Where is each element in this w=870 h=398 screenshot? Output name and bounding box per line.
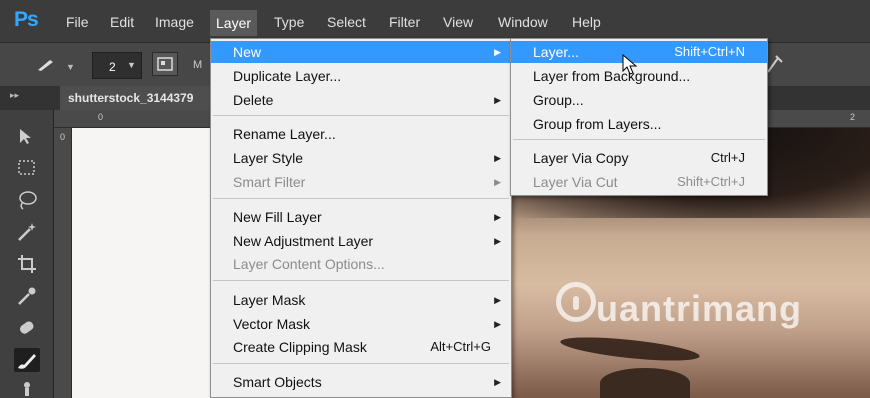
menu-bar: Ps File Edit Image Layer Type Select Fil… [0, 0, 870, 42]
layer-menu-item-layer-style[interactable]: Layer Style ▶ [211, 147, 511, 169]
magic-wand-tool-icon[interactable] [14, 220, 40, 244]
new-submenu-item-layer-from-background[interactable]: Layer from Background... [511, 65, 767, 87]
menu-item-label: Delete [233, 92, 274, 108]
brush-size-picker[interactable]: 2 ▼ [92, 52, 142, 79]
layer-menu-item-create-clipping-mask[interactable]: Create Clipping Mask Alt+Ctrl+G [211, 336, 511, 358]
tools-panel [0, 110, 54, 398]
crop-tool-icon[interactable] [14, 252, 40, 276]
mode-label: M [193, 59, 203, 71]
brush-tool-icon [18, 354, 36, 369]
menu-item-label: Smart Objects [233, 374, 322, 390]
menu-window[interactable]: Window [498, 14, 548, 30]
brush-preset-icon[interactable] [36, 58, 56, 72]
layer-menu-item-layer-mask[interactable]: Layer Mask ▶ [211, 289, 511, 311]
submenu-arrow-icon: ▶ [494, 153, 501, 163]
menu-layer[interactable]: Layer [210, 10, 258, 36]
brush-panel-toggle-button[interactable] [152, 52, 178, 76]
menu-item-label: Duplicate Layer... [233, 68, 342, 84]
layer-menu-item-duplicate-layer[interactable]: Duplicate Layer... [211, 65, 511, 87]
submenu-arrow-icon: ▶ [494, 212, 501, 222]
menu-separator [213, 115, 509, 116]
menu-item-label: Layer Mask [233, 292, 306, 308]
chevron-down-icon: ▼ [127, 60, 136, 70]
watermark-text: uantrimang [596, 288, 803, 329]
healing-brush-tool-icon[interactable] [14, 316, 40, 340]
vertical-ruler: 0 [54, 128, 72, 398]
eyedropper-tool-icon[interactable] [14, 284, 40, 308]
menu-file[interactable]: File [66, 14, 89, 30]
menu-item-label: Layer Via Cut [533, 174, 618, 190]
clone-stamp-tool-icon[interactable] [14, 378, 40, 398]
menu-item-label: Rename Layer... [233, 126, 336, 142]
new-submenu-item-group[interactable]: Group... [511, 89, 767, 111]
menu-item-label: Group from Layers... [533, 116, 662, 132]
submenu-arrow-icon: ▶ [494, 377, 501, 387]
layer-menu-item-smart-filter: Smart Filter ▶ [211, 171, 511, 193]
ruler-label: 2 [850, 112, 856, 122]
photoshop-logo: Ps [14, 8, 39, 31]
menu-item-shortcut: Shift+Ctrl+J [677, 174, 745, 189]
move-tool-icon[interactable] [14, 124, 40, 148]
layer-menu-item-new-fill-layer[interactable]: New Fill Layer ▶ [211, 206, 511, 228]
submenu-arrow-icon: ▶ [494, 47, 501, 57]
menu-item-label: Group... [533, 92, 584, 108]
menu-item-label: Layer Style [233, 150, 304, 166]
menu-item-label: New Adjustment Layer [233, 233, 374, 249]
menu-edit[interactable]: Edit [110, 14, 134, 30]
menu-separator [513, 139, 765, 140]
menu-help[interactable]: Help [572, 14, 601, 30]
menu-separator [213, 198, 509, 199]
menu-item-label: New [233, 44, 262, 60]
layer-menu-item-smart-objects[interactable]: Smart Objects ▶ [211, 371, 511, 393]
brush-panel-icon [157, 57, 173, 71]
menu-item-label: Layer... [533, 44, 579, 60]
layer-menu-item-rename-layer[interactable]: Rename Layer... [211, 123, 511, 145]
document-tab[interactable]: shutterstock_3144379 [60, 86, 210, 110]
photo-eye-region [600, 368, 690, 398]
ruler-label: 0 [60, 132, 66, 142]
menu-item-label: Smart Filter [233, 174, 306, 190]
menu-item-shortcut: Shift+Ctrl+N [674, 44, 745, 59]
layer-menu-item-delete[interactable]: Delete ▶ [211, 89, 511, 111]
menu-item-label: Layer Content Options... [233, 256, 385, 272]
menu-type[interactable]: Type [274, 14, 304, 30]
brush-tool-button[interactable] [14, 348, 40, 372]
submenu-arrow-icon: ▶ [494, 236, 501, 246]
new-submenu: Layer... Shift+Ctrl+N Layer from Backgro… [510, 38, 768, 196]
submenu-arrow-icon: ▶ [494, 319, 501, 329]
mouse-cursor-icon [622, 54, 638, 75]
marquee-tool-icon[interactable] [14, 156, 40, 180]
submenu-arrow-icon: ▶ [494, 95, 501, 105]
layer-menu-item-new-adjustment-layer[interactable]: New Adjustment Layer ▶ [211, 230, 511, 252]
menu-item-shortcut: Alt+Ctrl+G [430, 339, 491, 354]
watermark-logo-icon [556, 282, 596, 322]
new-submenu-item-group-from-layers[interactable]: Group from Layers... [511, 113, 767, 135]
ruler-label: 0 [98, 112, 104, 122]
new-submenu-item-layer-via-cut: Layer Via Cut Shift+Ctrl+J [511, 171, 767, 193]
layer-menu-item-new[interactable]: New ▶ [211, 41, 511, 63]
layer-menu-item-layer-content-options: Layer Content Options... [211, 253, 511, 275]
menu-item-shortcut: Ctrl+J [710, 150, 745, 165]
new-submenu-item-layer[interactable]: Layer... Shift+Ctrl+N [511, 41, 767, 63]
menu-item-label: Layer from Background... [533, 68, 691, 84]
new-submenu-item-layer-via-copy[interactable]: Layer Via Copy Ctrl+J [511, 147, 767, 169]
menu-item-label: Vector Mask [233, 316, 311, 332]
menu-separator [213, 363, 509, 364]
brush-size-value: 2 [109, 60, 116, 74]
layer-menu: New ▶ Duplicate Layer... Delete ▶ Rename… [210, 38, 512, 398]
menu-separator [213, 280, 509, 281]
submenu-arrow-icon: ▶ [494, 177, 501, 187]
menu-image[interactable]: Image [155, 14, 194, 30]
panel-collapse-icon[interactable]: ▸▸ [10, 90, 19, 101]
menu-item-label: Layer Via Copy [533, 150, 629, 166]
menu-select[interactable]: Select [327, 14, 366, 30]
menu-view[interactable]: View [443, 14, 473, 30]
lasso-tool-icon[interactable] [14, 188, 40, 212]
menu-filter[interactable]: Filter [389, 14, 420, 30]
menu-item-label: Create Clipping Mask [233, 339, 367, 355]
menu-item-label: New Fill Layer [233, 209, 322, 225]
chevron-down-icon[interactable]: ▼ [66, 62, 75, 72]
layer-menu-item-vector-mask[interactable]: Vector Mask ▶ [211, 313, 511, 335]
submenu-arrow-icon: ▶ [494, 295, 501, 305]
